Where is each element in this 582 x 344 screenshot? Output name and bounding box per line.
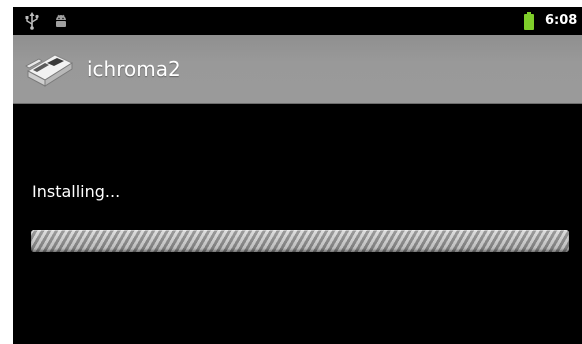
usb-icon: [25, 12, 39, 30]
ichroma2-app-icon: [25, 54, 74, 87]
status-time: 6:08: [545, 13, 578, 28]
android-debug-icon: [56, 14, 66, 27]
installing-status-label: Installing...: [32, 182, 121, 201]
indeterminate-progress-bar: [31, 230, 569, 252]
battery-icon: [524, 12, 534, 30]
title-bar: ichroma2: [13, 35, 582, 104]
device-screen: 6:08 ichroma2 Installing...: [13, 7, 582, 344]
status-bar: 6:08: [13, 7, 582, 35]
progress-sheen: [31, 230, 569, 252]
app-title: ichroma2: [87, 57, 181, 81]
